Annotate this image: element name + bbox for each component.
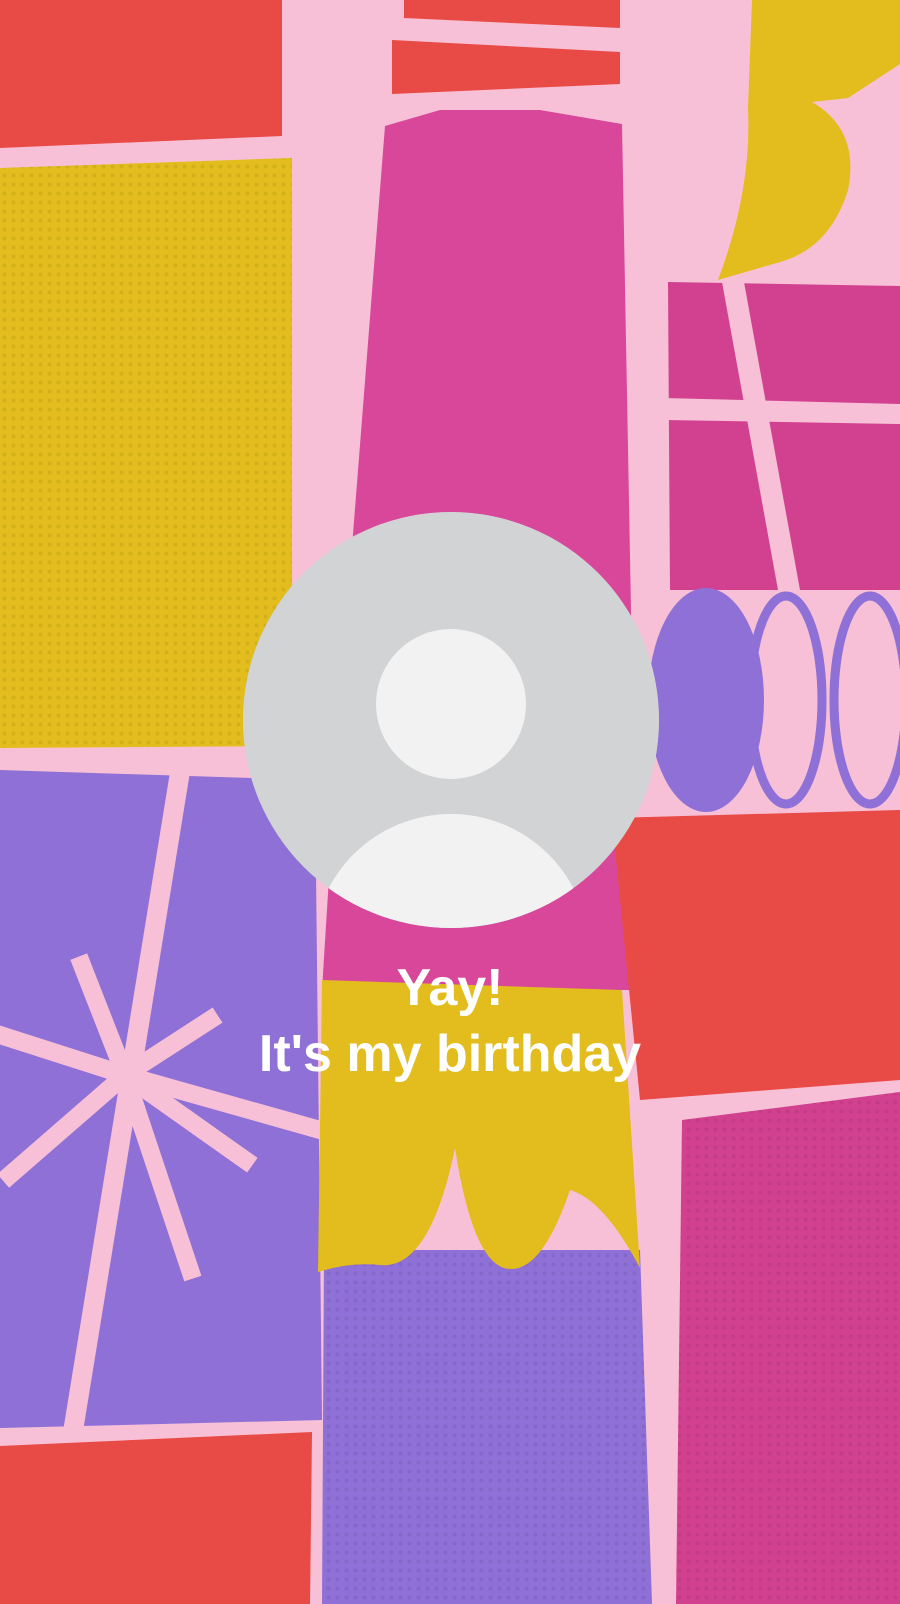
default-profile-icon <box>243 512 659 928</box>
caption-line-1: Yay! <box>396 959 504 1017</box>
red-gift-top-left <box>0 0 282 148</box>
red-gift-bottom-left <box>0 1432 312 1604</box>
caption-line-2: It's my birthday <box>258 1025 642 1083</box>
profile-avatar[interactable] <box>243 512 659 928</box>
birthday-story-card: Yay! It's my birthday <box>0 0 900 1604</box>
birthday-caption: Yay! It's my birthday <box>150 955 750 1087</box>
